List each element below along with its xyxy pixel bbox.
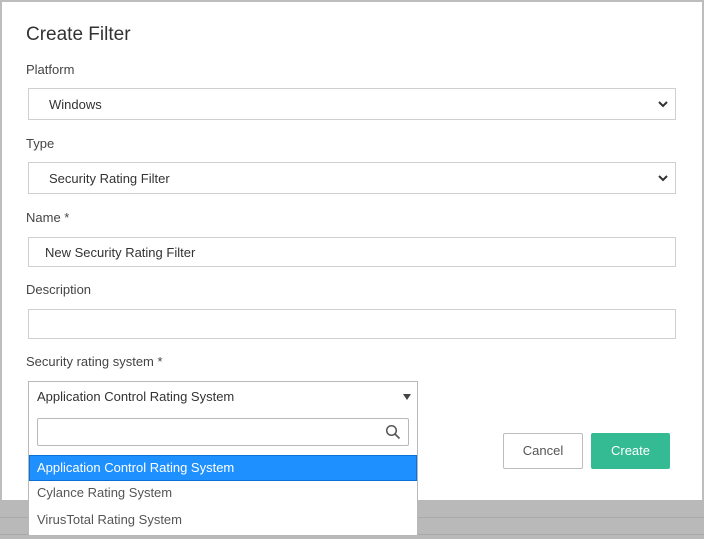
description-field[interactable] [28, 309, 676, 339]
chevron-down-icon [657, 96, 669, 117]
platform-label: Platform [26, 62, 75, 77]
dropdown-option[interactable]: Cylance Rating System [29, 481, 417, 507]
name-label: Name * [26, 210, 70, 225]
dialog-title: Create Filter [26, 24, 131, 45]
rating-system-label: Security rating system * [26, 354, 163, 369]
cancel-button[interactable]: Cancel [503, 433, 583, 469]
dropdown-option[interactable]: VirusTotal Rating System [29, 508, 417, 534]
name-field[interactable]: New Security Rating Filter [28, 237, 676, 267]
rating-system-select[interactable]: Application Control Rating System [28, 381, 418, 411]
platform-select[interactable]: Windows [28, 88, 676, 120]
platform-value: Windows [49, 97, 102, 112]
rating-system-dropdown: Application Control Rating System Cylanc… [28, 409, 418, 536]
chevron-down-icon [657, 170, 669, 191]
rating-system-value: Application Control Rating System [37, 389, 235, 404]
type-label: Type [26, 136, 55, 151]
type-value: Security Rating Filter [49, 171, 170, 186]
dropdown-search [37, 418, 409, 446]
search-icon [385, 424, 401, 445]
description-label: Description [26, 282, 92, 297]
create-button[interactable]: Create [591, 433, 670, 469]
name-value: New Security Rating Filter [45, 245, 196, 260]
type-select[interactable]: Security Rating Filter [28, 162, 676, 194]
caret-down-icon [403, 394, 411, 400]
dropdown-search-input[interactable] [44, 420, 378, 446]
dropdown-option[interactable]: Application Control Rating System [29, 455, 417, 481]
